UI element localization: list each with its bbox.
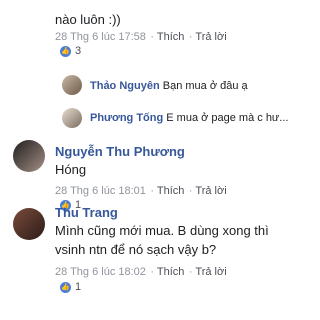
reply-link[interactable]: Trả lời — [195, 266, 226, 278]
reply-text: Bạn mua ở đâu ạ — [162, 80, 248, 92]
avatar[interactable] — [13, 140, 45, 172]
thumbs-up-icon: 👍 — [60, 281, 71, 293]
reply-link[interactable]: Trả lời — [195, 31, 226, 43]
avatar[interactable] — [62, 108, 82, 128]
avatar[interactable] — [13, 208, 45, 240]
commenter-name[interactable]: Nguyễn Thu Phương — [55, 144, 185, 159]
timestamp[interactable]: 28 Thg 6 lúc 18:02 — [55, 266, 146, 278]
reply-item: Phương Tống E mua ở page mà c hư... — [90, 112, 288, 124]
like-link[interactable]: Thích — [157, 185, 185, 197]
reply-item: Thảo Nguyên Bạn mua ở đâu ạ — [90, 80, 248, 92]
avatar[interactable] — [62, 75, 82, 95]
comment-text-line-1: Mình cũng mới mua. B dùng xong thì — [55, 223, 269, 238]
comment-meta: 28 Thg 6 lúc 18:01 · Thích · Trả lời — [55, 185, 227, 197]
like-link[interactable]: Thích — [157, 31, 185, 43]
timestamp[interactable]: 28 Thg 6 lúc 18:01 — [55, 185, 146, 197]
timestamp[interactable]: 28 Thg 6 lúc 17:58 — [55, 31, 146, 43]
reaction-count[interactable]: 👍 1 — [60, 281, 81, 293]
thumbs-up-icon: 👍 — [60, 45, 71, 57]
comment-meta: 28 Thg 6 lúc 17:58 · Thích · Trả lời — [55, 31, 227, 43]
commenter-name[interactable]: Phương Tống — [90, 112, 163, 124]
commenter-name[interactable]: Thảo Nguyên — [90, 80, 160, 92]
like-link[interactable]: Thích — [157, 266, 185, 278]
comment-text: Hóng — [55, 162, 87, 177]
comment-meta: 28 Thg 6 lúc 18:02 · Thích · Trả lời — [55, 266, 227, 278]
comment-text-line-2: vsinh ntn để nó sạch vậy b? — [55, 242, 217, 257]
commenter-name[interactable]: Thu Trang — [55, 205, 118, 220]
reply-text: E mua ở page mà c hư... — [166, 112, 289, 124]
reaction-count[interactable]: 👍 3 — [60, 45, 81, 57]
reply-link[interactable]: Trả lời — [195, 185, 226, 197]
